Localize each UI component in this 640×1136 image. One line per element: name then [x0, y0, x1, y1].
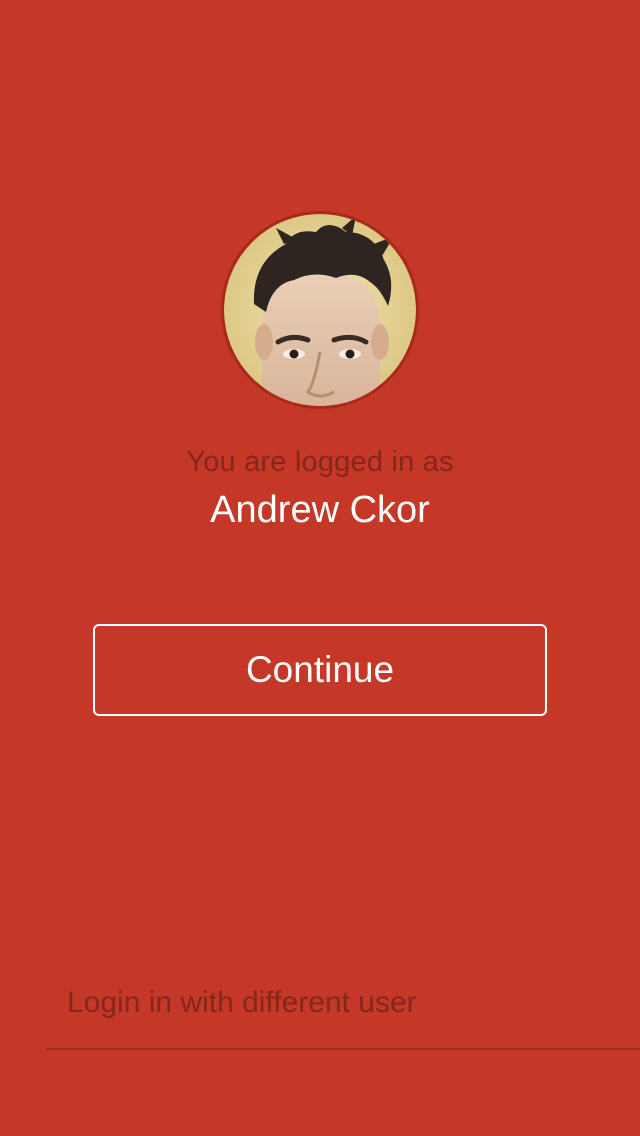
- login-different-user-link[interactable]: Login in with different user: [67, 986, 417, 1020]
- divider: [46, 1048, 640, 1050]
- logged-in-label: You are logged in as: [186, 446, 454, 478]
- user-name: Andrew Ckor: [210, 489, 430, 531]
- continue-button[interactable]: Continue: [93, 624, 547, 716]
- avatar: [221, 211, 419, 409]
- user-photo-avatar: [224, 214, 416, 406]
- login-screen: You are logged in as Andrew Ckor Continu…: [0, 0, 640, 1136]
